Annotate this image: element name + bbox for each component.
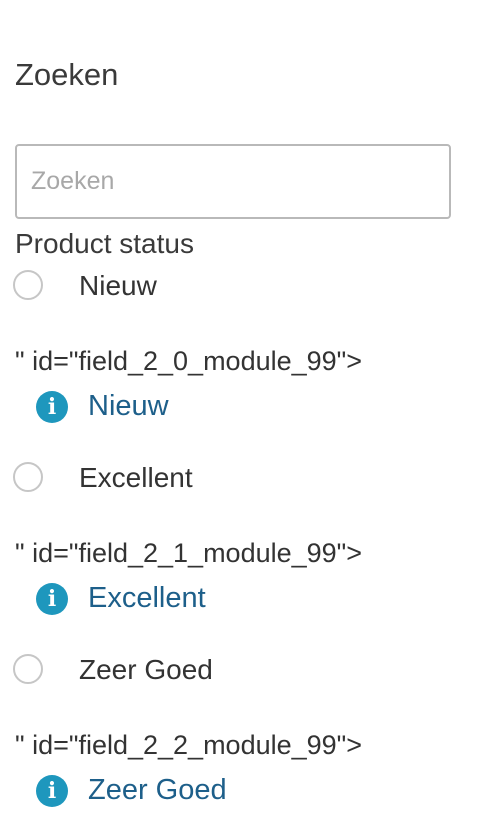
status-option-nieuw[interactable]: Nieuw	[13, 270, 453, 310]
radio-button-nieuw[interactable]	[13, 270, 43, 300]
stray-markup-text: " id="field_2_2_module_99">	[15, 730, 363, 760]
info-link-zeer-goed[interactable]: Zeer Goed	[88, 772, 227, 808]
search-heading: Zoeken	[15, 57, 119, 92]
product-status-label: Product status	[15, 228, 194, 259]
info-link-excellent[interactable]: Excellent	[88, 580, 206, 616]
info-icon[interactable]: i	[36, 775, 68, 807]
option-label: Nieuw	[79, 270, 157, 301]
search-input[interactable]	[15, 144, 451, 219]
info-row-nieuw[interactable]: i Nieuw	[36, 388, 436, 424]
info-row-excellent[interactable]: i Excellent	[36, 580, 436, 616]
radio-button-excellent[interactable]	[13, 462, 43, 492]
info-row-zeer-goed[interactable]: i Zeer Goed	[36, 772, 436, 808]
option-label: Zeer Goed	[79, 654, 213, 685]
option-label: Excellent	[79, 462, 193, 493]
stray-markup-text: " id="field_2_0_module_99">	[15, 346, 363, 376]
radio-button-zeer-goed[interactable]	[13, 654, 43, 684]
status-option-zeer-goed[interactable]: Zeer Goed	[13, 654, 453, 694]
info-icon[interactable]: i	[36, 583, 68, 615]
info-icon[interactable]: i	[36, 391, 68, 423]
stray-markup-text: " id="field_2_1_module_99">	[15, 538, 363, 568]
info-link-nieuw[interactable]: Nieuw	[88, 388, 169, 424]
status-option-excellent[interactable]: Excellent	[13, 462, 453, 502]
